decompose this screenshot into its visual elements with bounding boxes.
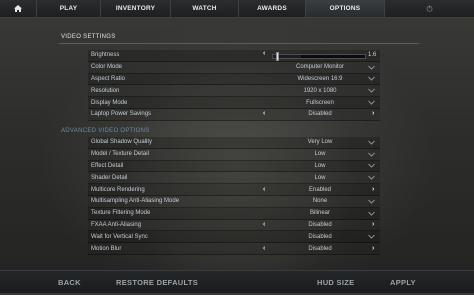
setting-value: Disabled — [308, 245, 332, 252]
power-icon — [426, 5, 433, 12]
setting-value: Disabled — [308, 111, 332, 118]
setting-label: Texture Filtering Mode — [91, 210, 151, 217]
video-settings-title: VIDEO SETTINGS — [61, 34, 116, 40]
setting-value: Disabled — [308, 233, 332, 240]
home-icon — [14, 5, 22, 12]
apply-button[interactable]: APPLY — [390, 278, 416, 287]
setting-value: Very Low — [307, 139, 333, 146]
setting-value: 1920 x 1080 — [303, 87, 337, 94]
video-settings-list: Brightness ‹ 1.6 Color Mode Computer Mon… — [88, 50, 380, 121]
setting-row-vsync[interactable]: Wait for Vertical Sync Disabled — [88, 231, 380, 244]
top-nav-bar: PLAY INVENTORY WATCH AWARDS OPTIONS — [0, 0, 474, 18]
setting-row-msaa-mode[interactable]: Multisampling Anti-Aliasing Mode None — [88, 195, 380, 208]
setting-label: Aspect Ratio — [91, 75, 126, 82]
setting-row-fxaa[interactable]: FXAA Anti-Aliasing ‹ Disabled › — [88, 219, 380, 232]
setting-value: Enabled — [308, 186, 332, 193]
setting-label: FXAA Anti-Aliasing — [91, 221, 142, 228]
chevron-down-icon[interactable] — [368, 151, 375, 158]
slider-thumb[interactable] — [276, 52, 280, 61]
setting-label: Display Mode — [91, 99, 128, 106]
advanced-video-list: Global Shadow Quality Very Low Model / T… — [88, 137, 380, 255]
brightness-label: Brightness — [91, 52, 120, 59]
brightness-row: Brightness ‹ 1.6 — [88, 50, 380, 62]
chevron-down-icon[interactable] — [368, 99, 375, 106]
setting-value: Bilinear — [309, 210, 330, 217]
setting-label: Global Shadow Quality — [91, 139, 153, 146]
chevron-down-icon[interactable] — [368, 139, 375, 146]
hud-size-button[interactable]: HUD SIZE — [317, 278, 354, 287]
setting-row-model-texture-detail[interactable]: Model / Texture Detail Low — [88, 148, 380, 161]
setting-value: None — [312, 198, 328, 205]
setting-label: Effect Detail — [91, 162, 124, 169]
chevron-down-icon[interactable] — [368, 87, 375, 94]
nav-awards[interactable]: AWARDS — [239, 0, 306, 17]
setting-row-aspect-ratio[interactable]: Aspect Ratio Widescreen 16:9 — [88, 73, 380, 86]
setting-value: Low — [314, 162, 326, 169]
chevron-right-icon[interactable]: › — [372, 220, 374, 230]
setting-row-laptop-power-savings[interactable]: Laptop Power Savings ‹ Disabled › — [88, 108, 380, 121]
setting-label: Motion Blur — [91, 245, 122, 252]
restore-defaults-button[interactable]: RESTORE DEFAULTS — [116, 278, 198, 287]
chevron-down-icon[interactable] — [368, 174, 375, 181]
nav-inventory[interactable]: INVENTORY — [101, 0, 171, 17]
nav-options[interactable]: OPTIONS — [306, 0, 385, 17]
chevron-down-icon[interactable] — [368, 198, 375, 205]
section-divider — [59, 43, 419, 44]
chevron-down-icon[interactable] — [368, 233, 375, 240]
brightness-slider[interactable] — [272, 52, 366, 61]
chevron-right-icon[interactable]: › — [372, 244, 374, 254]
setting-value: Widescreen 16:9 — [297, 75, 343, 82]
setting-value: Disabled — [308, 221, 332, 228]
chevron-down-icon[interactable] — [368, 64, 375, 71]
setting-label: Shader Detail — [91, 174, 128, 181]
setting-row-color-mode[interactable]: Color Mode Computer Monitor — [88, 61, 380, 74]
chevron-down-icon[interactable] — [368, 162, 375, 169]
setting-row-multicore-rendering[interactable]: Multicore Rendering ‹ Enabled › — [88, 184, 380, 196]
setting-label: Resolution — [91, 87, 120, 94]
setting-row-effect-detail[interactable]: Effect Detail Low — [88, 160, 380, 173]
advanced-video-title: ADVANCED VIDEO OPTIONS — [61, 128, 150, 134]
setting-row-resolution[interactable]: Resolution 1920 x 1080 — [88, 85, 380, 98]
setting-value: Computer Monitor — [295, 64, 345, 71]
chevron-down-icon[interactable] — [368, 75, 375, 82]
setting-label: Laptop Power Savings — [91, 111, 152, 118]
chevron-down-icon[interactable] — [368, 210, 375, 217]
setting-label: Wait for Vertical Sync — [91, 233, 148, 240]
setting-row-shader-detail[interactable]: Shader Detail Low — [88, 172, 380, 185]
setting-label: Multicore Rendering — [91, 186, 145, 193]
setting-label: Multisampling Anti-Aliasing Mode — [91, 198, 180, 205]
bottom-bar: BACK RESTORE DEFAULTS HUD SIZE APPLY — [0, 270, 474, 293]
chevron-right-icon[interactable]: › — [372, 185, 374, 195]
back-button[interactable]: BACK — [58, 278, 81, 287]
setting-row-display-mode[interactable]: Display Mode Fullscreen — [88, 97, 380, 109]
nav-home-button[interactable] — [0, 0, 37, 17]
chevron-right-icon[interactable]: › — [372, 109, 374, 119]
setting-row-global-shadow-quality[interactable]: Global Shadow Quality Very Low — [88, 137, 380, 149]
setting-row-texture-filtering[interactable]: Texture Filtering Mode Bilinear — [88, 207, 380, 220]
setting-value: Low — [314, 174, 326, 181]
setting-label: Model / Texture Detail — [91, 151, 149, 158]
nav-watch[interactable]: WATCH — [171, 0, 239, 17]
brightness-value: 1.6 — [368, 52, 377, 59]
setting-value: Fullscreen — [306, 99, 334, 106]
chevron-left-icon[interactable]: ‹ — [263, 50, 265, 57]
nav-play[interactable]: PLAY — [37, 0, 101, 17]
power-button[interactable] — [385, 0, 474, 17]
setting-row-motion-blur[interactable]: Motion Blur ‹ Disabled › — [88, 243, 380, 255]
setting-label: Color Mode — [91, 64, 123, 71]
setting-value: Low — [314, 151, 326, 158]
